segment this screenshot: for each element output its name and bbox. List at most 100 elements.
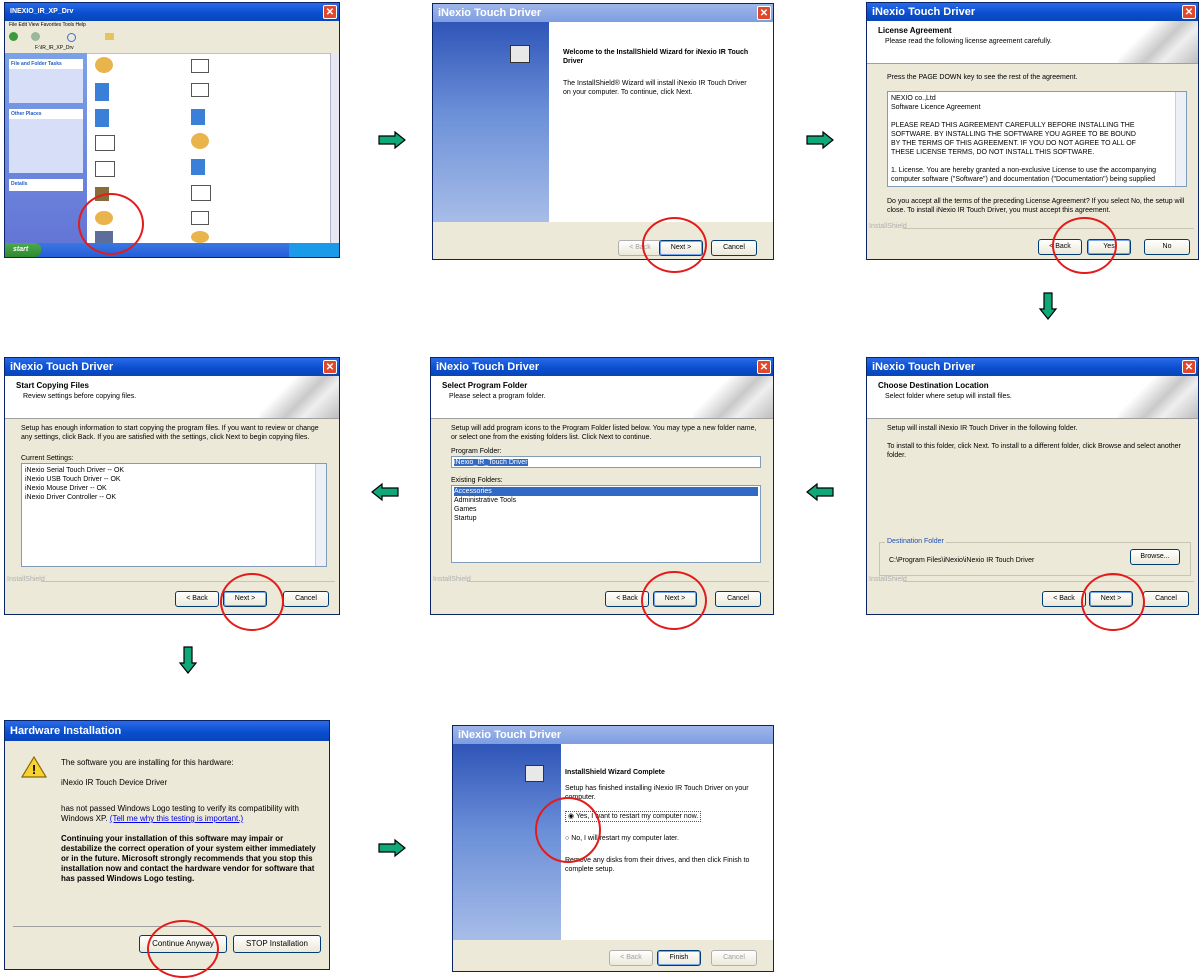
program-folder-body: Setup will add program icons to the Prog… <box>451 425 757 441</box>
close-icon[interactable]: ✕ <box>757 6 771 20</box>
back-button[interactable]: < Back <box>175 591 219 607</box>
start-copying-dialog: iNexio Touch Driver ✕ Start Copying Files… <box>4 357 340 615</box>
task-header-file[interactable]: File and Folder Tasks <box>9 59 83 69</box>
list-item[interactable]: Games <box>454 505 758 514</box>
close-icon[interactable]: ✕ <box>323 360 337 374</box>
welcome-dialog: iNexio Touch Driver ✕ Welcome to the Inst… <box>432 3 774 260</box>
hardware-line1: The software you are installing for this… <box>61 758 234 767</box>
welcome-titlebar: iNexio Touch Driver ✕ <box>433 4 773 22</box>
warning-icon: ! <box>21 755 47 778</box>
cancel-button[interactable]: Cancel <box>283 591 329 607</box>
no-button[interactable]: No <box>1144 239 1190 255</box>
task-header-details[interactable]: Details <box>9 179 83 189</box>
file-icon[interactable] <box>191 133 209 149</box>
file-icon[interactable] <box>191 211 209 225</box>
license-header: License Agreement Please read the follow… <box>867 21 1198 64</box>
hardware-device: iNexio IR Touch Device Driver <box>61 778 168 787</box>
close-icon[interactable]: ✕ <box>323 5 337 19</box>
license-instruction: Press the PAGE DOWN key to see the rest … <box>887 74 1078 81</box>
file-icon[interactable] <box>191 109 205 125</box>
header-decoration <box>693 376 773 418</box>
file-icon[interactable] <box>95 135 115 151</box>
destination-dialog: iNexio Touch Driver ✕ Choose Destination … <box>866 357 1199 615</box>
program-folder-input[interactable]: iNexio_IR_Touch Driver <box>451 456 761 468</box>
header-decoration <box>259 376 339 418</box>
stop-installation-button[interactable]: STOP Installation <box>233 935 321 953</box>
license-line: computer software ("Software") and docum… <box>891 176 1156 183</box>
license-question: Do you accept all the terms of the prece… <box>887 198 1185 214</box>
cancel-button[interactable]: Cancel <box>1143 591 1189 607</box>
cancel-button[interactable]: Cancel <box>711 950 757 966</box>
folders-icon[interactable] <box>105 33 114 40</box>
license-textbox[interactable]: NEXIO co.,Ltd Software Licence Agreement… <box>887 91 1187 187</box>
dialog-title: iNexio Touch Driver <box>10 361 114 373</box>
license-line: THESE LICENSE TERMS, DO NOT INSTALL THIS… <box>891 149 1095 156</box>
file-icon[interactable] <box>95 57 113 73</box>
close-icon[interactable]: ✕ <box>1182 360 1196 374</box>
start-button[interactable]: start <box>5 243 41 257</box>
close-icon[interactable]: ✕ <box>1182 5 1196 19</box>
welcome-heading: Welcome to the InstallShield Wizard for … <box>563 49 749 65</box>
file-icon[interactable] <box>191 159 205 175</box>
dialog-title: iNexio Touch Driver <box>436 361 540 373</box>
header-subtitle: Review settings before copying files. <box>23 393 137 400</box>
hardware-line2: has not passed Windows Logo testing to v… <box>61 804 317 824</box>
start-copying-body: Setup has enough information to start co… <box>21 425 319 441</box>
hardware-warning: Continuing your installation of this sof… <box>61 834 316 883</box>
back-button[interactable]: < Back <box>609 950 653 966</box>
file-icon[interactable] <box>95 109 109 127</box>
complete-titlebar: iNexio Touch Driver <box>453 726 773 744</box>
file-icon[interactable] <box>191 231 209 243</box>
header-subtitle: Please read the following license agreem… <box>885 38 1052 45</box>
arrow-left-icon <box>371 482 399 502</box>
finish-button[interactable]: Finish <box>657 950 701 966</box>
browse-button[interactable]: Browse... <box>1130 549 1180 565</box>
settings-scrollbar[interactable] <box>315 464 326 566</box>
address-text: F:\IR_IR_XP_Drv <box>35 45 74 51</box>
setup-icon <box>525 765 544 782</box>
logo-testing-link[interactable]: (Tell me why this testing is important.) <box>110 814 243 823</box>
file-icon[interactable] <box>191 185 211 201</box>
tray <box>289 243 339 257</box>
cancel-button[interactable]: Cancel <box>711 240 757 256</box>
setting-item: iNexio Driver Controller -- OK <box>25 494 117 501</box>
file-icon[interactable] <box>95 83 109 101</box>
list-item[interactable]: Accessories <box>454 487 758 496</box>
destination-path: C:\Program Files\iNexio\iNexio IR Touch … <box>889 557 1035 564</box>
file-icon[interactable] <box>95 161 115 177</box>
task-group-places: Other Places <box>9 109 83 173</box>
complete-heading: InstallShield Wizard Complete <box>565 769 665 776</box>
menu-items[interactable]: File Edit View Favorites Tools Help <box>9 22 86 28</box>
file-icon[interactable] <box>191 83 209 97</box>
complete-dialog: iNexio Touch Driver InstallShield Wizard… <box>452 725 774 972</box>
cancel-button[interactable]: Cancel <box>715 591 761 607</box>
explorer-titlebar: INEXIO_IR_XP_Drv ✕ <box>5 3 339 21</box>
highlight-circle <box>1081 573 1145 631</box>
current-settings-box[interactable]: iNexio Serial Touch Driver -- OK iNexio … <box>21 463 327 567</box>
back-icon[interactable] <box>9 32 18 41</box>
list-item[interactable]: Startup <box>454 514 758 523</box>
installshield-text: InstallShield <box>7 576 45 583</box>
header-decoration <box>1118 21 1198 63</box>
back-button[interactable]: < Back <box>1042 591 1086 607</box>
installshield-text: InstallShield <box>869 223 907 230</box>
task-header-places[interactable]: Other Places <box>9 109 83 119</box>
search-icon[interactable] <box>67 33 76 42</box>
start-copying-titlebar: iNexio Touch Driver ✕ <box>5 358 339 376</box>
scrollbar[interactable] <box>330 53 339 243</box>
forward-icon[interactable] <box>31 32 40 41</box>
highlight-circle <box>535 797 601 863</box>
installshield-label: InstallShield <box>867 223 1198 233</box>
svg-text:!: ! <box>32 762 36 777</box>
program-folder-value: iNexio_IR_Touch Driver <box>454 459 528 466</box>
destination-group-label: Destination Folder <box>885 537 946 546</box>
destination-header: Choose Destination Location Select folde… <box>867 376 1198 419</box>
license-line: 1. License. You are hereby granted a non… <box>891 167 1157 174</box>
setting-item: iNexio USB Touch Driver -- OK <box>25 476 121 483</box>
file-icon[interactable] <box>191 59 209 73</box>
hardware-titlebar: Hardware Installation <box>5 721 329 741</box>
close-icon[interactable]: ✕ <box>757 360 771 374</box>
existing-folders-list[interactable]: Accessories Administrative Tools Games S… <box>451 485 761 563</box>
list-item[interactable]: Administrative Tools <box>454 496 758 505</box>
license-scrollbar[interactable] <box>1175 92 1186 186</box>
